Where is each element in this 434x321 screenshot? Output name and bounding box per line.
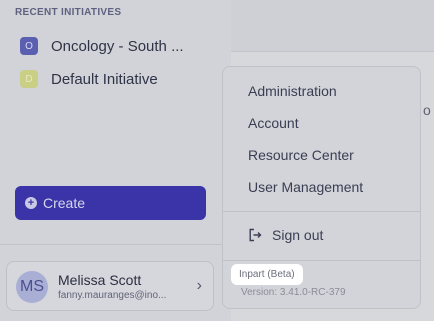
sidebar-divider bbox=[0, 244, 231, 245]
initiative-item-oncology[interactable]: O Oncology - South ... bbox=[20, 36, 220, 56]
partial-content-text: o bbox=[423, 102, 431, 118]
plus-icon: + bbox=[25, 197, 37, 209]
menu-divider bbox=[223, 211, 420, 212]
menu-item-administration[interactable]: Administration bbox=[248, 83, 337, 99]
product-tag: Inpart (Beta) bbox=[231, 264, 303, 285]
menu-item-resource-center[interactable]: Resource Center bbox=[248, 147, 354, 163]
sign-out-label: Sign out bbox=[272, 227, 324, 243]
user-menu-popup: Administration Account Resource Center U… bbox=[222, 66, 421, 309]
initiative-item-default[interactable]: D Default Initiative bbox=[20, 69, 220, 89]
recent-initiatives-heading: RECENT INITIATIVES bbox=[15, 7, 122, 18]
create-label: Create bbox=[43, 195, 86, 211]
user-email: fanny.mauranges@ino... bbox=[58, 290, 167, 301]
initiative-label: Oncology - South ... bbox=[51, 37, 184, 55]
create-button[interactable]: + Create bbox=[15, 186, 206, 220]
user-name: Melissa Scott bbox=[58, 272, 142, 288]
user-profile-button[interactable]: MS Melissa Scott fanny.mauranges@ino... … bbox=[6, 261, 214, 311]
initiative-label: Default Initiative bbox=[51, 70, 158, 88]
avatar: MS bbox=[16, 271, 48, 303]
version-text: Version: 3.41.0-RC-379 bbox=[241, 287, 346, 298]
initiative-badge: O bbox=[20, 37, 38, 55]
sign-out-button[interactable]: Sign out bbox=[248, 227, 323, 243]
chevron-right-icon: › bbox=[196, 277, 202, 294]
menu-item-user-management[interactable]: User Management bbox=[248, 179, 363, 195]
menu-item-account[interactable]: Account bbox=[248, 115, 299, 131]
top-bar bbox=[231, 0, 434, 52]
initiative-badge: D bbox=[20, 70, 38, 88]
sign-out-icon bbox=[249, 228, 262, 242]
menu-divider bbox=[223, 260, 420, 261]
app-root: o RECENT INITIATIVES O Oncology - South … bbox=[0, 0, 434, 321]
sidebar: RECENT INITIATIVES O Oncology - South ..… bbox=[0, 0, 231, 321]
